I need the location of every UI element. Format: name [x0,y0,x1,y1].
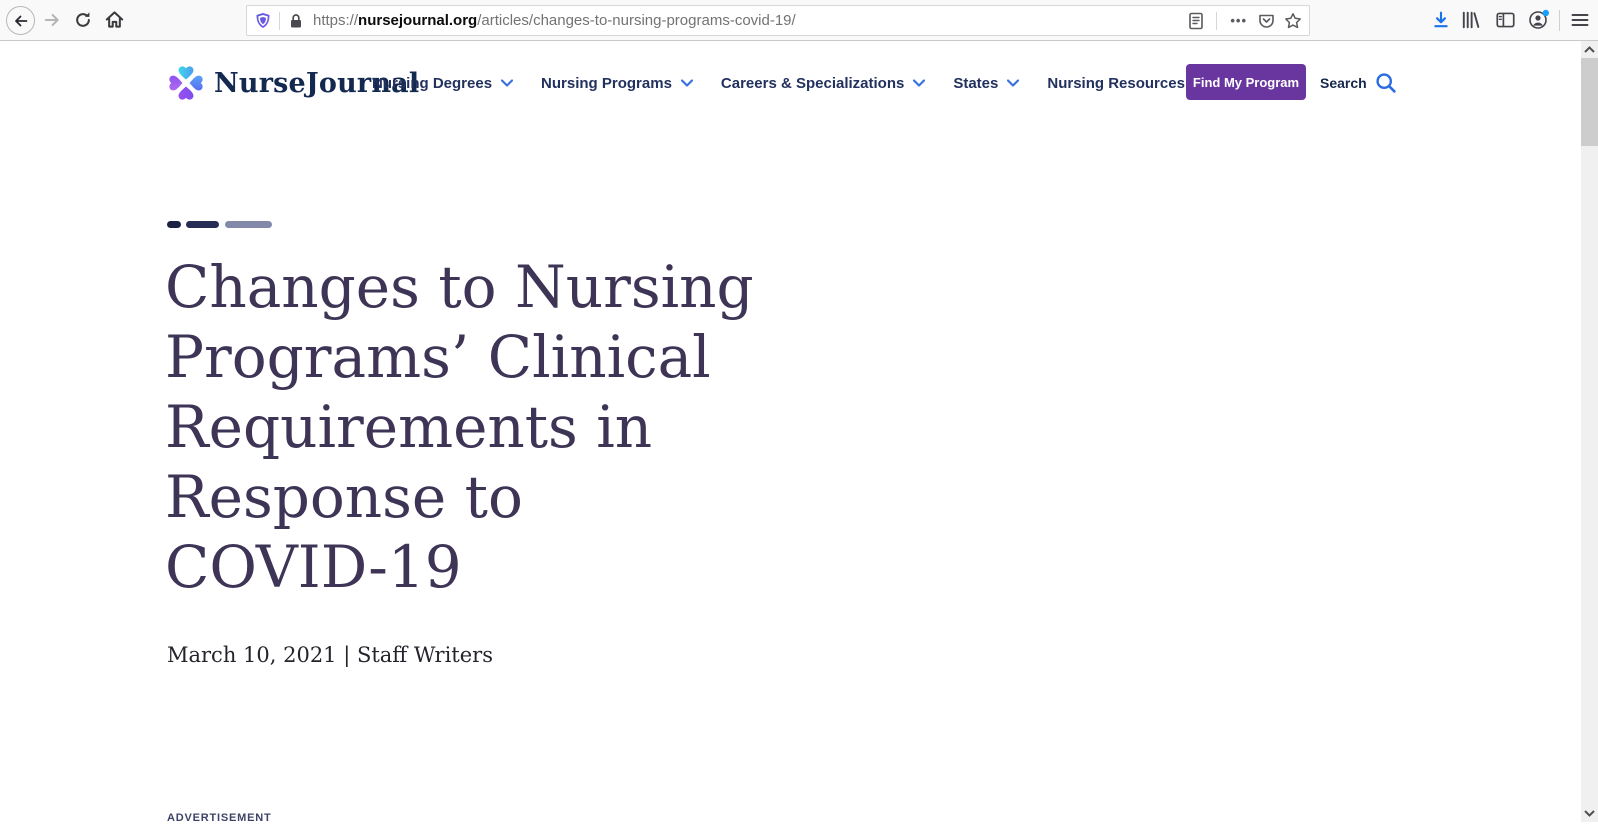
sidebar-toggle-button[interactable] [1496,11,1515,29]
library-button[interactable] [1461,11,1480,29]
nav-label: Nursing Degrees [372,75,492,92]
chevron-up-icon [1584,46,1595,53]
download-icon [1432,11,1450,29]
account-icon [1528,9,1550,31]
reader-mode-button[interactable] [1188,6,1204,35]
toolbar-separator [1559,10,1560,31]
downloads-button[interactable] [1432,11,1450,29]
forward-arrow-icon [43,11,61,29]
reader-mode-icon [1188,12,1204,30]
scrollbar-thumb[interactable] [1581,58,1598,146]
reload-button[interactable] [74,11,92,29]
nav-label: Nursing Resources [1047,75,1185,92]
search-icon [1375,72,1397,94]
title-line: Requirements in [165,392,805,462]
urlbar-separator [279,12,280,30]
title-line: Programs’ Clinical [165,322,805,392]
scroll-up-button[interactable] [1581,41,1598,58]
library-icon [1461,11,1480,29]
reload-icon [74,11,92,29]
forward-button[interactable] [43,11,61,29]
chevron-down-icon [1584,810,1595,817]
chevron-down-icon [913,79,925,87]
sidebar-icon [1496,11,1515,29]
nav-item-states[interactable]: States [953,75,1019,92]
find-my-program-button[interactable]: Find My Program [1186,64,1306,100]
back-button[interactable] [6,6,35,35]
pocket-button[interactable] [1258,6,1275,35]
url-host: nursejournal.org [358,12,477,29]
home-icon [105,10,124,29]
dash-medium [186,221,219,228]
article-title: Changes to Nursing Programs’ Clinical Re… [165,252,805,602]
nursejournal-logo-icon [165,62,207,104]
nav-item-nursing-resources[interactable]: Nursing Resources [1047,75,1206,92]
bookmark-star-button[interactable] [1284,6,1302,35]
pocket-icon [1258,12,1275,29]
main-nav: Nursing Degrees Nursing Programs Careers… [372,62,1206,104]
dash-large [225,221,272,228]
advertisement-label: ADVERTISEMENT [167,812,272,824]
page-scrollbar[interactable] [1581,41,1598,822]
page-actions-button[interactable]: ••• [1230,6,1247,35]
tracking-protection-shield-icon[interactable] [255,12,271,29]
url-text[interactable]: https://nursejournal.org/articles/change… [313,12,796,29]
article-byline: March 10, 2021 | Staff Writers [167,643,493,667]
ellipsis-icon: ••• [1230,13,1247,28]
star-icon [1284,12,1302,30]
url-bar[interactable]: https://nursejournal.org/articles/change… [246,5,1310,36]
nav-label: States [953,75,998,92]
nav-item-nursing-degrees[interactable]: Nursing Degrees [372,75,513,92]
url-path: /articles/changes-to-nursing-programs-co… [477,12,795,29]
title-line: Response to [165,462,805,532]
dash-small [167,221,181,228]
home-button[interactable] [105,10,124,29]
nav-label: Careers & Specializations [721,75,904,92]
nav-item-careers-specializations[interactable]: Careers & Specializations [721,75,925,92]
back-arrow-icon [13,13,29,29]
search-button[interactable]: Search [1320,62,1397,104]
chevron-down-icon [1007,79,1019,87]
title-line: Changes to Nursing [165,252,805,322]
scroll-down-button[interactable] [1581,805,1598,822]
urlbar-right-separator [1216,12,1217,30]
lock-icon [289,13,303,29]
chevron-down-icon [501,79,513,87]
screen: https://nursejournal.org/articles/change… [0,0,1598,822]
hamburger-icon [1571,12,1589,28]
search-label: Search [1320,75,1367,91]
browser-toolbar: https://nursejournal.org/articles/change… [0,0,1598,41]
url-scheme: https:// [313,12,358,29]
menu-button[interactable] [1571,12,1589,28]
nav-item-nursing-programs[interactable]: Nursing Programs [541,75,693,92]
title-line: COVID-19 [165,532,805,602]
title-accent-dashes [167,221,272,228]
nav-label: Nursing Programs [541,75,672,92]
chevron-down-icon [681,79,693,87]
account-button[interactable] [1528,9,1550,31]
